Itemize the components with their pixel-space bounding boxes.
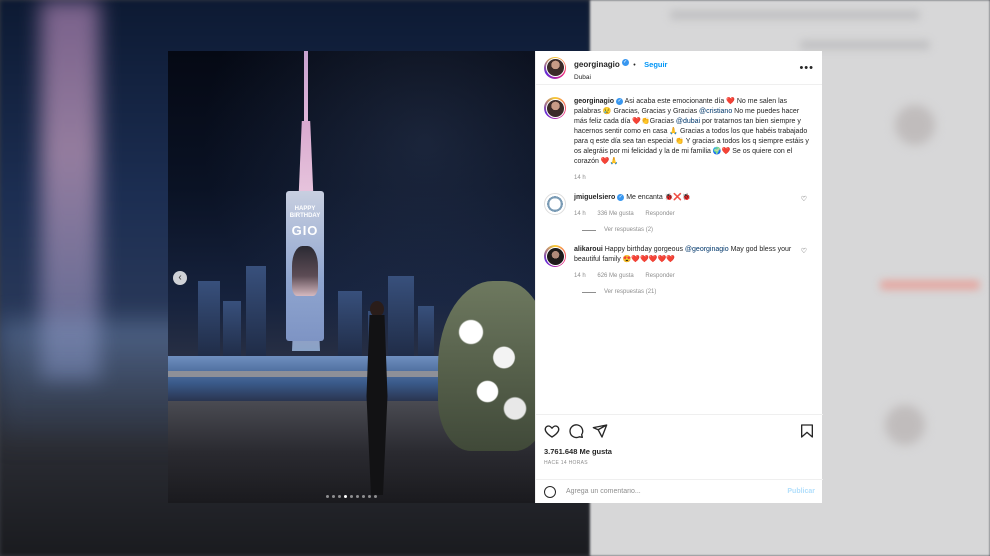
caption-time: 14 h <box>574 175 586 181</box>
post-location[interactable]: Dubai <box>574 74 667 81</box>
billboard-greeting: HAPPY BIRTHDAY <box>289 206 321 219</box>
comment-likes[interactable]: 336 Me gusta <box>597 211 633 217</box>
verified-icon: ✓ <box>616 97 624 105</box>
comment-item: jmiguelsiero ✓ Me encanta 🐞❌🐞 14 h 336 Me… <box>544 193 815 219</box>
caption-text: georginagio ✓ Asi acaba este emocionante … <box>574 97 809 167</box>
slide-dot <box>326 495 329 498</box>
reply-button[interactable]: Responder <box>645 273 674 279</box>
view-replies-button[interactable]: Ver respuestas (2) <box>582 227 815 233</box>
post-caption: georginagio ✓ Asi acaba este emocionante … <box>544 97 815 183</box>
caption-mention[interactable]: @cristiano <box>699 108 732 115</box>
caption-segment: por tratarnos tan bien siempre y hacerno… <box>574 118 809 165</box>
like-heart-icon[interactable] <box>544 423 560 439</box>
previous-slide-button[interactable]: ‹ <box>173 271 187 285</box>
commenter-avatar[interactable] <box>544 193 566 215</box>
post-header: georginagio ✓ • Seguir Dubai ••• <box>536 51 822 85</box>
more-options-button[interactable]: ••• <box>799 62 814 74</box>
like-comment-icon[interactable]: ♡ <box>801 195 807 203</box>
post-modal: HAPPY BIRTHDAY GIO ‹ georginagio ✓ • Segu… <box>168 51 823 503</box>
comments-list: georginagio ✓ Asi acaba este emocionante … <box>536 87 823 377</box>
comment-text: Happy birthday gorgeous @georginagio May… <box>574 246 792 263</box>
slide-dot <box>338 495 341 498</box>
author-username[interactable]: georginagio <box>574 60 620 69</box>
verified-icon: ✓ <box>617 193 625 201</box>
comment-input[interactable] <box>566 488 788 495</box>
comment-likes[interactable]: 626 Me gusta <box>597 273 633 279</box>
post-timestamp: HACE 14 HORAS <box>544 460 588 466</box>
post-actions: 3.761.648 Me gusta HACE 14 HORAS <box>536 414 823 466</box>
post-photo: HAPPY BIRTHDAY GIO ‹ <box>168 51 535 503</box>
comment-item: alikaroui Happy birthday gorgeous @georg… <box>544 245 815 281</box>
billboard-name: GIO <box>291 223 319 238</box>
flower-arrangement <box>438 281 535 451</box>
publish-button[interactable]: Publicar <box>787 488 815 495</box>
like-count[interactable]: 3.761.648 Me gusta <box>544 447 815 456</box>
comment-time: 14 h <box>574 211 586 217</box>
author-avatar[interactable] <box>544 56 566 79</box>
bookmark-icon[interactable] <box>799 423 815 439</box>
slide-dot <box>362 495 365 498</box>
comment-username[interactable]: alikaroui <box>574 246 603 253</box>
slide-dot <box>332 495 335 498</box>
caption-username[interactable]: georginagio <box>574 98 614 105</box>
verified-icon: ✓ <box>621 59 629 67</box>
background-bar <box>800 40 930 50</box>
background-bar <box>670 10 920 20</box>
share-send-icon[interactable] <box>592 423 608 439</box>
slide-dot <box>368 495 371 498</box>
woman-figure <box>356 301 400 495</box>
like-comment-icon[interactable]: ♡ <box>801 247 807 255</box>
comment-composer: Publicar <box>536 479 823 503</box>
caption-mention[interactable]: @dubai <box>676 118 700 125</box>
slide-indicator <box>326 495 377 498</box>
follow-button[interactable]: Seguir <box>644 60 667 69</box>
caption-avatar[interactable] <box>544 97 566 119</box>
background-avatar-blur <box>885 405 925 445</box>
billboard-portrait <box>292 246 318 296</box>
commenter-avatar[interactable] <box>544 245 566 267</box>
view-replies-button[interactable]: Ver respuestas (21) <box>582 289 815 295</box>
slide-dot <box>356 495 359 498</box>
post-side-panel: georginagio ✓ • Seguir Dubai ••• georgina… <box>535 51 823 503</box>
background-avatar-blur <box>895 105 935 145</box>
slide-dot <box>374 495 377 498</box>
comment-time: 14 h <box>574 273 586 279</box>
comment-bubble-icon[interactable] <box>568 423 584 439</box>
comment-mention[interactable]: @georginagio <box>685 246 729 253</box>
reply-button[interactable]: Responder <box>645 211 674 217</box>
emoji-picker-icon[interactable] <box>544 485 556 498</box>
slide-dot <box>344 495 347 498</box>
comment-username[interactable]: jmiguelsiero <box>574 194 615 201</box>
background-bar <box>880 280 980 290</box>
comment-text: Me encanta 🐞❌🐞 <box>626 194 691 201</box>
slide-dot <box>350 495 353 498</box>
